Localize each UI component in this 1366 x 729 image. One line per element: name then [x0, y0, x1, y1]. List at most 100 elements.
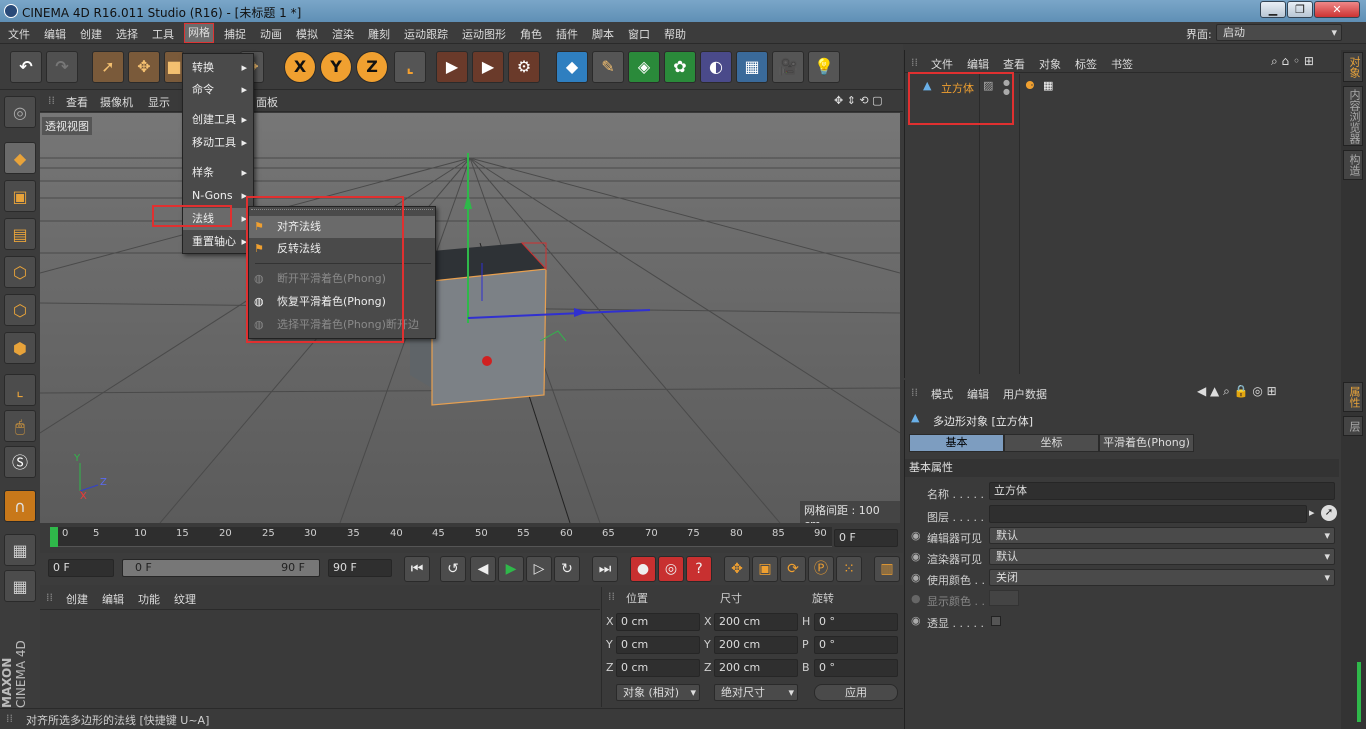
texture-tag-icon[interactable]: ▦	[1043, 79, 1053, 92]
menu-plugins[interactable]: 插件	[556, 26, 578, 42]
soft-selection-icon[interactable]: Ⓢ	[4, 446, 36, 478]
menu-motion-tracking[interactable]: 运动跟踪	[404, 26, 448, 42]
polygons-mode-icon[interactable]: ⬢	[4, 332, 36, 364]
obj-menu-view[interactable]: 查看	[1003, 56, 1025, 72]
model-mode-icon[interactable]: ◆	[4, 142, 36, 174]
tab-structure[interactable]: 构造	[1343, 150, 1363, 180]
layout-select[interactable]: 启动 ▾	[1216, 24, 1342, 41]
mesh-menu-create-tools[interactable]: 创建工具 ▸	[183, 109, 253, 131]
material-menu-function[interactable]: 功能	[138, 591, 160, 607]
menu-edit[interactable]: 编辑	[44, 26, 66, 42]
pos-z-field[interactable]: 0 cm	[616, 659, 700, 677]
mesh-menu-move-tools[interactable]: 移动工具 ▸	[183, 132, 253, 154]
obj-menu-tags[interactable]: 标签	[1075, 56, 1097, 72]
locked-workplane-icon[interactable]: ▦	[4, 534, 36, 566]
menu-character[interactable]: 角色	[520, 26, 542, 42]
tab-basic[interactable]: 基本	[909, 434, 1004, 452]
obj-menu-file[interactable]: 文件	[931, 56, 953, 72]
menu-file[interactable]: 文件	[8, 26, 30, 42]
prev-frame-button[interactable]: ◀	[470, 556, 496, 582]
menu-select[interactable]: 选择	[116, 26, 138, 42]
name-field[interactable]: 立方体	[989, 482, 1335, 500]
next-key-button[interactable]: ↻	[554, 556, 580, 582]
phong-tag-icon[interactable]: ⚈	[1025, 79, 1035, 92]
scale-button[interactable]: ■	[164, 51, 184, 83]
light-icon[interactable]: 💡	[808, 51, 840, 83]
layer-picker-icon[interactable]: ➚	[1321, 505, 1337, 521]
go-to-end-button[interactable]: ⏭	[592, 556, 618, 582]
rot-h-field[interactable]: 0 °	[814, 613, 898, 631]
minimize-button[interactable]: ▁	[1260, 1, 1286, 18]
mesh-menu-commands[interactable]: 命令 ▸	[183, 79, 253, 101]
texture-mode-icon[interactable]: ▣	[4, 180, 36, 212]
viewport-menu-panel[interactable]: 面板	[256, 94, 278, 110]
material-menu-create[interactable]: 创建	[66, 591, 88, 607]
maximize-button[interactable]: ❐	[1287, 1, 1313, 18]
menu-help[interactable]: 帮助	[664, 26, 686, 42]
subdivision-icon[interactable]: ◈	[628, 51, 660, 83]
coordinate-system-icon[interactable]: ⌞	[394, 51, 426, 83]
animate-dot-icon[interactable]: ◉	[911, 550, 921, 563]
rot-b-field[interactable]: 0 °	[814, 659, 898, 677]
apply-button[interactable]: 应用	[814, 684, 898, 701]
animate-dot-icon[interactable]: ◉	[911, 529, 921, 542]
obj-header-icons[interactable]: ⌕ ⌂ ◦ ⊞	[1271, 54, 1314, 69]
viewport-nav-icons[interactable]: ✥ ⇕ ⟲ ▢	[834, 94, 883, 107]
menu-animate[interactable]: 动画	[260, 26, 282, 42]
tweak-mode-icon[interactable]: 🖱	[4, 410, 36, 442]
scrollbar[interactable]	[1357, 662, 1361, 722]
use-color-select[interactable]: 关闭 ▾	[989, 569, 1335, 586]
prev-key-button[interactable]: ↺	[440, 556, 466, 582]
points-mode-icon[interactable]: ⬡	[4, 256, 36, 288]
tab-content-browser[interactable]: 内容浏览器	[1343, 86, 1363, 146]
record-point-level-button[interactable]: ⁙	[836, 556, 862, 582]
layer-field[interactable]	[989, 505, 1307, 523]
viewport-menu-display[interactable]: 显示	[148, 94, 170, 110]
coord-mode-select[interactable]: 对象 (相对) ▾	[616, 684, 700, 701]
attr-menu-mode[interactable]: 模式	[931, 386, 953, 402]
mesh-menu-reset-axis[interactable]: 重置轴心 ▸	[183, 231, 253, 253]
viewport-menu-view[interactable]: 查看	[66, 94, 88, 110]
camera-icon[interactable]: 🎥	[772, 51, 804, 83]
obj-menu-edit[interactable]: 编辑	[967, 56, 989, 72]
close-button[interactable]: ✕	[1314, 1, 1360, 18]
animate-dot-icon[interactable]: ◉	[911, 571, 921, 584]
render-view-button[interactable]: ▶	[436, 51, 468, 83]
record-position-button[interactable]: ✥	[724, 556, 750, 582]
material-menu-texture[interactable]: 纹理	[174, 591, 196, 607]
undo-button[interactable]: ↶	[10, 51, 42, 83]
menu-script[interactable]: 脚本	[592, 26, 614, 42]
edges-mode-icon[interactable]: ⬡	[4, 294, 36, 326]
attr-menu-userdata[interactable]: 用户数据	[1003, 386, 1047, 402]
floor-icon[interactable]: ▦	[736, 51, 768, 83]
tab-objects[interactable]: 对象	[1343, 52, 1363, 82]
menu-mograph[interactable]: 运动图形	[462, 26, 506, 42]
current-frame-field[interactable]: 0 F	[834, 529, 898, 547]
end-frame-field[interactable]: 90 F	[328, 559, 392, 577]
record-button[interactable]: ●	[630, 556, 656, 582]
live-select-button[interactable]: ➚	[92, 51, 124, 83]
pos-y-field[interactable]: 0 cm	[616, 636, 700, 654]
y-axis-button[interactable]: Y	[320, 51, 352, 83]
record-scale-button[interactable]: ▣	[752, 556, 778, 582]
timeline-window-button[interactable]: ▥	[874, 556, 900, 582]
record-parameter-button[interactable]: Ⓟ	[808, 556, 834, 582]
pos-x-field[interactable]: 0 cm	[616, 613, 700, 631]
snap-magnet-icon[interactable]: ∩	[4, 490, 36, 522]
attr-menu-edit[interactable]: 编辑	[967, 386, 989, 402]
record-rotation-button[interactable]: ⟳	[780, 556, 806, 582]
tab-attributes[interactable]: 属性	[1343, 382, 1363, 412]
menu-create[interactable]: 创建	[80, 26, 102, 42]
z-axis-button[interactable]: Z	[356, 51, 388, 83]
animate-dot-icon[interactable]: ◉	[911, 614, 921, 627]
editor-visible-select[interactable]: 默认 ▾	[989, 527, 1335, 544]
xray-checkbox[interactable]	[991, 616, 1001, 626]
render-visible-select[interactable]: 默认 ▾	[989, 548, 1335, 565]
layer-arrow-icon[interactable]: ▸	[1309, 506, 1315, 519]
material-menu-edit[interactable]: 编辑	[102, 591, 124, 607]
size-z-field[interactable]: 200 cm	[714, 659, 798, 677]
spline-pen-icon[interactable]: ✎	[592, 51, 624, 83]
frame-range-slider[interactable]: 0 F 90 F	[122, 559, 320, 577]
playhead[interactable]	[50, 527, 58, 547]
move-button[interactable]: ✥	[128, 51, 160, 83]
